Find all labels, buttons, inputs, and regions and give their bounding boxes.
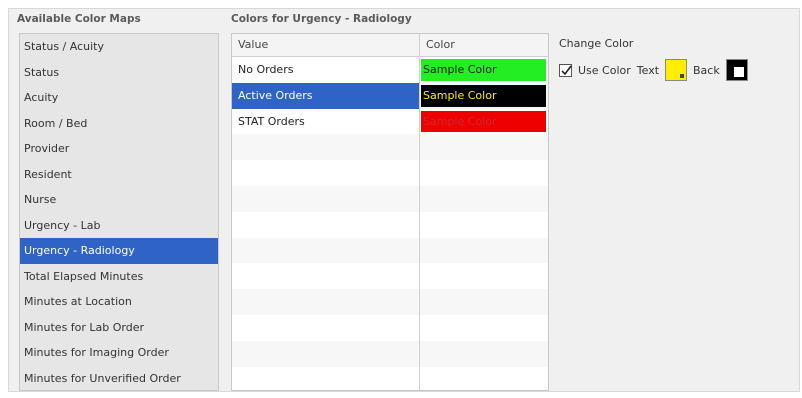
dropdown-corner-icon	[680, 74, 685, 78]
empty-color-cell	[420, 212, 548, 238]
color-map-item[interactable]: Minutes for Imaging Order	[20, 340, 218, 366]
empty-table-row	[232, 263, 548, 290]
empty-color-cell	[420, 186, 548, 212]
empty-table-row	[232, 160, 548, 186]
empty-table-row	[232, 366, 548, 390]
change-color-title: Change Color	[559, 37, 634, 50]
checkmark-icon	[561, 65, 572, 75]
empty-value-cell	[232, 134, 420, 161]
empty-table-row	[232, 185, 548, 212]
color-table: Value Color No Orders Sample Color Active …	[231, 33, 549, 391]
color-cell[interactable]: Sample Color	[420, 83, 548, 109]
sample-color-swatch: Sample Color	[421, 84, 546, 107]
empty-color-cell	[420, 341, 548, 367]
empty-value-cell	[232, 160, 420, 186]
empty-value-cell	[232, 263, 420, 290]
empty-value-cell	[232, 340, 420, 367]
color-map-item[interactable]: Minutes for Lab Order	[20, 315, 218, 341]
table-row[interactable]: STAT Orders Sample Color	[232, 108, 548, 135]
sample-color-swatch: Sample Color	[421, 110, 546, 133]
use-color-label: Use Color	[578, 63, 631, 77]
color-cell[interactable]: Sample Color	[420, 57, 548, 83]
empty-color-cell	[420, 263, 548, 289]
empty-table-row	[232, 237, 548, 264]
color-map-item[interactable]: Total Elapsed Minutes	[20, 264, 218, 290]
color-map-list[interactable]: Status / Acuity Status Acuity Room / Bed Pro…	[19, 33, 219, 391]
empty-table-row	[232, 340, 548, 367]
text-color-label: Text	[636, 63, 660, 77]
color-map-item[interactable]: Provider	[20, 136, 218, 162]
value-cell[interactable]: STAT Orders	[232, 108, 420, 135]
change-color-panel: Change Color Use Color Text Back	[559, 37, 748, 81]
empty-value-cell	[232, 211, 420, 238]
back-color-picker[interactable]	[725, 59, 748, 81]
back-color-label: Back	[693, 63, 720, 77]
empty-value-cell	[232, 289, 420, 315]
color-map-item[interactable]: Acuity	[20, 85, 218, 111]
value-cell[interactable]: No Orders	[232, 57, 420, 83]
color-map-item[interactable]: Nurse	[20, 187, 218, 213]
empty-table-row	[232, 314, 548, 341]
color-map-item[interactable]: Status / Acuity	[20, 34, 218, 60]
table-body: No Orders Sample Color Active Orders Sample…	[232, 57, 548, 390]
empty-value-cell	[232, 366, 420, 390]
column-header-color[interactable]: Color	[420, 34, 548, 56]
value-cell[interactable]: Active Orders	[232, 82, 420, 109]
color-map-item[interactable]: Status	[20, 60, 218, 86]
empty-table-row	[232, 289, 548, 315]
color-cell[interactable]: Sample Color	[420, 109, 548, 135]
sample-color-swatch: Sample Color	[421, 59, 546, 81]
empty-color-cell	[420, 289, 548, 315]
column-header-value[interactable]: Value	[232, 34, 420, 56]
empty-value-cell	[232, 237, 420, 264]
empty-value-cell	[232, 185, 420, 212]
available-maps-heading: Available Color Maps	[17, 13, 141, 25]
use-color-checkbox[interactable]	[559, 63, 572, 77]
empty-color-cell	[420, 367, 548, 390]
color-map-item[interactable]: Resident	[20, 162, 218, 188]
color-map-item[interactable]: Urgency - Lab	[20, 213, 218, 239]
empty-color-cell	[420, 238, 548, 264]
color-maps-panel: Available Color Maps Colors for Urgency …	[8, 8, 800, 392]
empty-color-cell	[420, 134, 548, 160]
empty-value-cell	[232, 314, 420, 341]
color-map-item[interactable]: Minutes for Unverified Order	[20, 366, 218, 392]
empty-color-cell	[420, 315, 548, 341]
colors-for-heading: Colors for Urgency - Radiology	[231, 13, 412, 25]
color-map-item[interactable]: Minutes at Location	[20, 289, 218, 315]
table-row[interactable]: Active Orders Sample Color	[232, 82, 548, 109]
empty-color-cell	[420, 160, 548, 186]
table-row[interactable]: No Orders Sample Color	[232, 57, 548, 83]
dropdown-corner-icon	[733, 67, 744, 77]
color-map-item[interactable]: Room / Bed	[20, 111, 218, 137]
text-color-picker[interactable]	[665, 59, 688, 81]
table-header: Value Color	[232, 34, 548, 57]
empty-table-row	[232, 134, 548, 161]
color-map-item[interactable]: Urgency - Radiology	[20, 238, 218, 264]
empty-table-row	[232, 211, 548, 238]
